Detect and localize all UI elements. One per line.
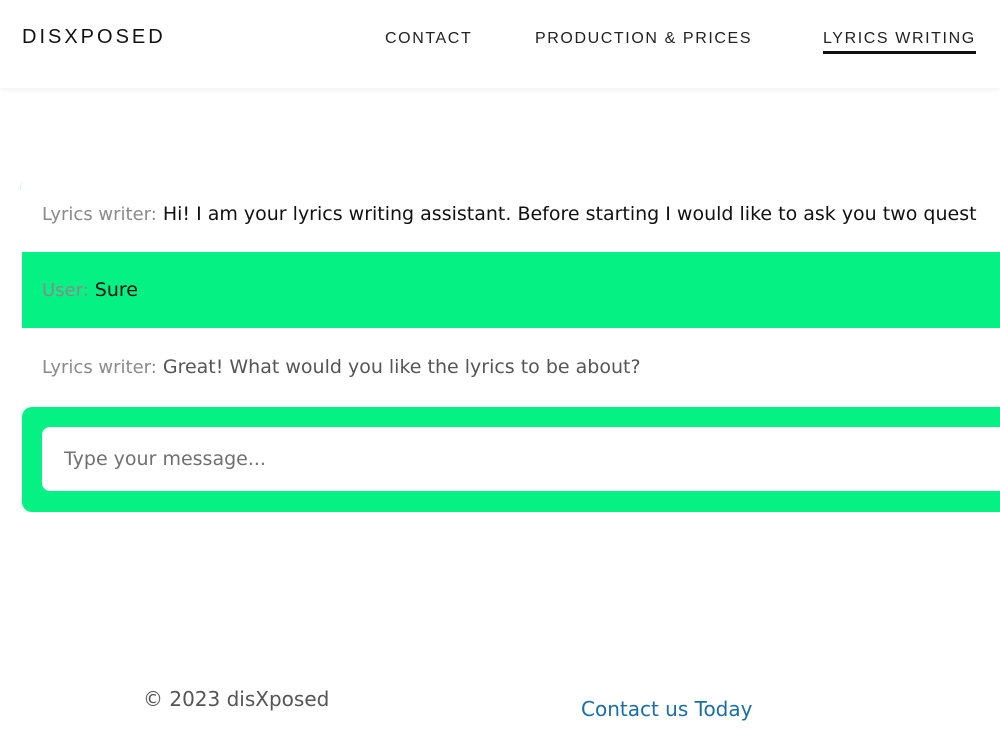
message-speaker: Lyrics writer: — [42, 357, 157, 378]
nav-production-prices[interactable]: PRODUCTION & PRICES — [535, 30, 752, 48]
chat-message-assistant: Lyrics writer: Hi! I am your lyrics writi… — [22, 176, 1000, 252]
message-input[interactable] — [42, 427, 1000, 491]
page: DISXPOSED CONTACT PRODUCTION & PRICES LY… — [0, 0, 1000, 750]
message-speaker: User: — [42, 280, 89, 301]
footer-copyright: © 2023 disXposed — [143, 687, 330, 711]
chat-message-assistant: Lyrics writer: Great! What would you like… — [22, 328, 1000, 406]
message-speaker: Lyrics writer: — [42, 204, 157, 225]
message-text: Sure — [94, 279, 138, 301]
site-header: DISXPOSED CONTACT PRODUCTION & PRICES LY… — [0, 0, 1000, 88]
nav-contact[interactable]: CONTACT — [385, 30, 472, 48]
contact-us-link[interactable]: Contact us Today — [581, 697, 752, 721]
brand-logo[interactable]: DISXPOSED — [22, 26, 166, 49]
message-text: Hi! I am your lyrics writing assistant. … — [162, 203, 977, 225]
message-input-container — [22, 407, 1000, 512]
nav-lyrics-writing[interactable]: LYRICS WRITING — [823, 30, 976, 54]
chat-message-user: User: Sure — [22, 252, 1000, 328]
message-text: Great! What would you like the lyrics to… — [162, 356, 641, 378]
